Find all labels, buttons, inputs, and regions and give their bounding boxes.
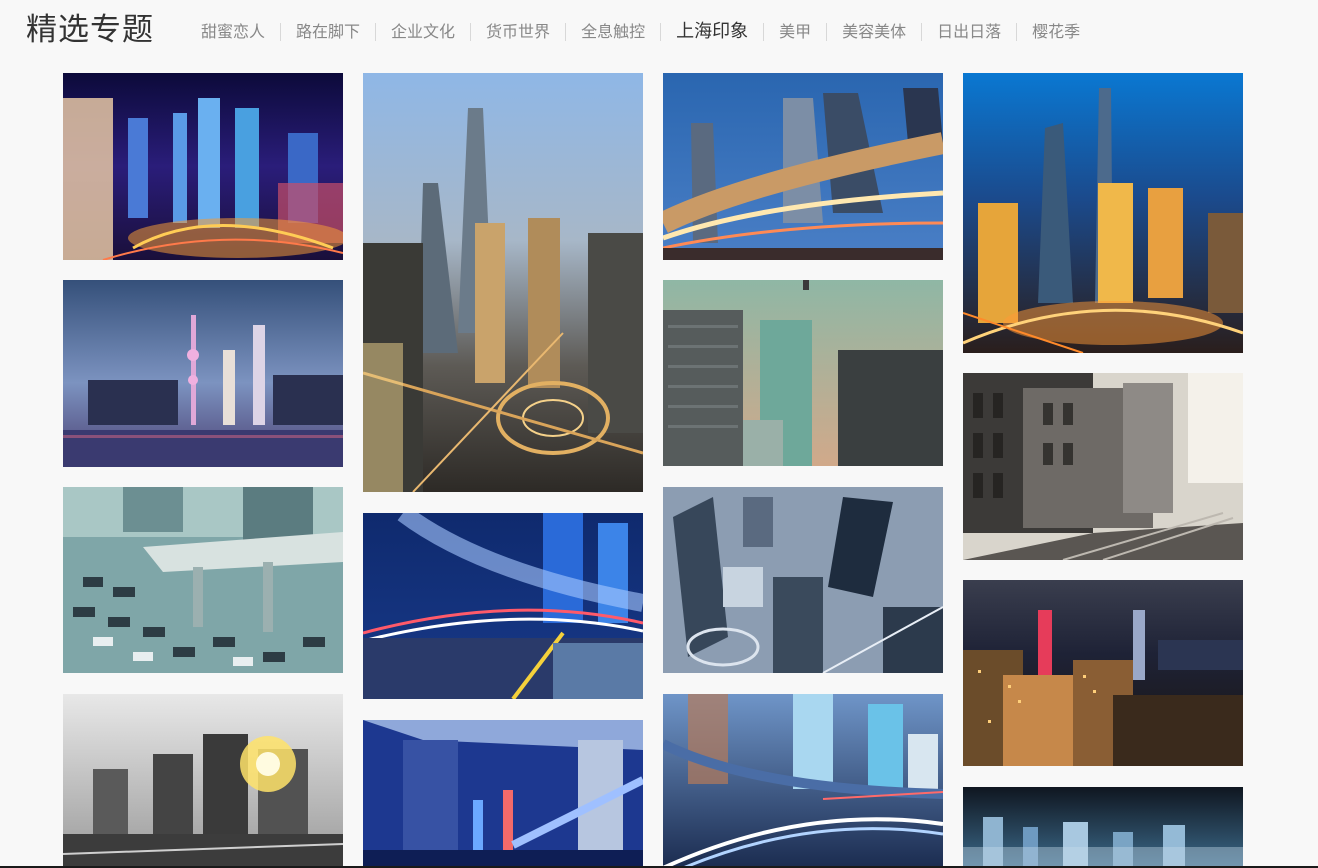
- tab-currency-world[interactable]: 货币世界: [470, 22, 565, 41]
- green-tinted-office-towers-photo[interactable]: [663, 280, 943, 466]
- tab-holographic-touch[interactable]: 全息触控: [565, 22, 660, 41]
- elevated-highway-traffic-photo[interactable]: [63, 487, 343, 673]
- pudong-night-aerial-photo[interactable]: [63, 73, 343, 260]
- tab-road-underfoot[interactable]: 路在脚下: [280, 22, 375, 41]
- topic-tabs: 甜蜜恋人 路在脚下 企业文化 货币世界 全息触控 上海印象 美甲 美容美体 日出…: [186, 20, 1095, 44]
- blue-overpass-night-photo[interactable]: [363, 720, 643, 868]
- harbour-skyline-night-photo[interactable]: [963, 580, 1243, 766]
- light-trails-overpass-photo[interactable]: [363, 513, 643, 699]
- fisheye-towers-light-trails-photo[interactable]: [663, 73, 943, 260]
- tab-cherry-blossom[interactable]: 樱花季: [1016, 22, 1095, 41]
- curved-road-light-trails-photo[interactable]: [663, 694, 943, 868]
- tab-sunrise-sunset[interactable]: 日出日落: [921, 22, 1016, 41]
- tab-manicure[interactable]: 美甲: [763, 22, 826, 41]
- bw-skyscrapers-sunburst-photo[interactable]: [63, 694, 343, 868]
- page-title: 精选专题: [26, 12, 154, 48]
- lujiazui-aerial-dusk-photo[interactable]: [363, 73, 643, 492]
- bw-european-street-photo[interactable]: [963, 373, 1243, 560]
- tab-corporate-culture[interactable]: 企业文化: [375, 22, 470, 41]
- oriental-pearl-dusk-river-photo[interactable]: [63, 280, 343, 467]
- tab-shanghai-impression[interactable]: 上海印象: [660, 21, 763, 42]
- tab-sweet-lovers[interactable]: 甜蜜恋人: [186, 22, 280, 41]
- pudong-golden-night-aerial-photo[interactable]: [963, 73, 1243, 353]
- header: 精选专题 甜蜜恋人 路在脚下 企业文化 货币世界 全息触控 上海印象 美甲 美容…: [0, 0, 1318, 64]
- tab-beauty-body[interactable]: 美容美体: [826, 22, 921, 41]
- desaturated-blue-aerial-photo[interactable]: [663, 487, 943, 673]
- blue-night-cityscape-photo[interactable]: [963, 787, 1243, 868]
